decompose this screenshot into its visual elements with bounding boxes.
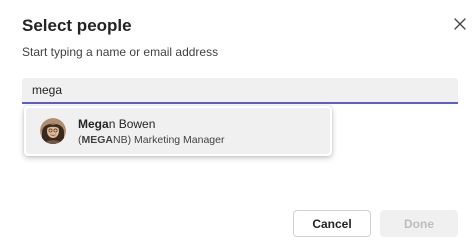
people-search-box[interactable] (22, 78, 458, 104)
person-detail: (MEGANB) Marketing Manager (78, 134, 224, 146)
alias-match-highlight: MEGA (81, 134, 114, 146)
done-button[interactable]: Done (380, 210, 458, 237)
name-rest: n Bowen (108, 117, 156, 131)
suggestion-item[interactable]: Megan Bowen (MEGANB) Marketing Manager (26, 108, 330, 154)
alias-rest: NB) (113, 134, 132, 146)
dialog-subtitle: Start typing a name or email address (22, 45, 219, 59)
person-name: Megan Bowen (78, 117, 155, 131)
name-match-highlight: Mega (78, 117, 109, 131)
avatar (40, 118, 66, 144)
dialog-title: Select people (22, 16, 132, 35)
select-people-dialog: Select people Start typing a name or ema… (0, 0, 474, 249)
close-button[interactable] (448, 14, 472, 38)
cancel-button[interactable]: Cancel (293, 210, 371, 237)
job-title: Marketing Manager (134, 134, 225, 146)
people-search-input[interactable] (22, 78, 458, 102)
suggestion-list: Megan Bowen (MEGANB) Marketing Manager (24, 106, 332, 156)
close-icon (454, 17, 466, 35)
